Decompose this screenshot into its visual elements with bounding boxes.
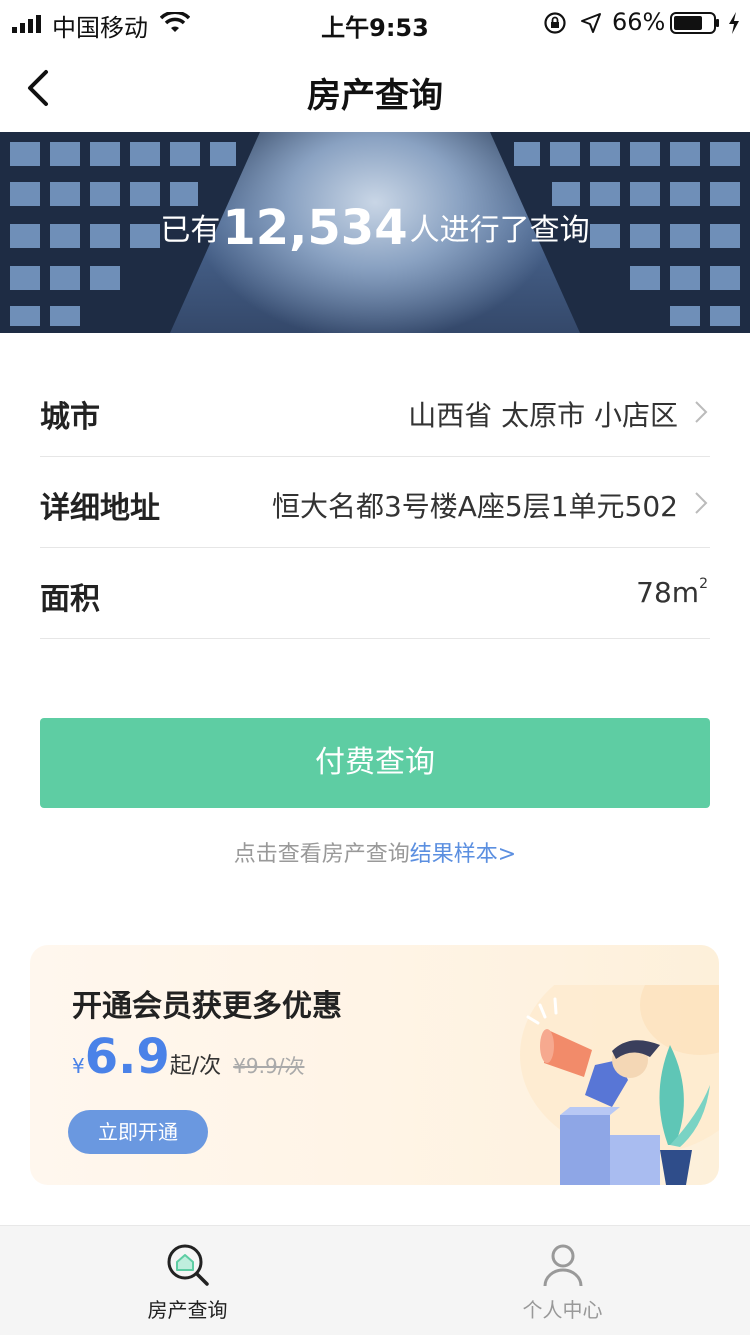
- address-value: 恒大名都3号楼A座5层1单元502: [271, 490, 678, 523]
- open-membership-button[interactable]: 立即开通: [68, 1110, 208, 1154]
- nav-bar: 房产查询: [0, 46, 750, 132]
- area-label: 面积: [40, 582, 100, 617]
- tab-personal-center[interactable]: 个人中心: [375, 1226, 750, 1335]
- page-title: 房产查询: [307, 76, 443, 116]
- sample-hint: 点击查看房产查询结果样本>: [0, 836, 750, 868]
- query-count-line: 已有12,534人进行了查询: [0, 200, 750, 256]
- hero-banner: 已有12,534人进行了查询: [0, 132, 750, 333]
- city-row[interactable]: 城市 山西省 太原市 小店区: [40, 366, 710, 457]
- chevron-right-icon: [695, 492, 708, 514]
- tab-bar: 房产查询 个人中心: [0, 1225, 750, 1335]
- city-value: 山西省 太原市 小店区: [408, 399, 678, 432]
- original-price: ¥9.9/次: [233, 1054, 305, 1078]
- currency-symbol: ¥: [72, 1054, 85, 1078]
- count-suffix: 人进行了查询: [409, 213, 590, 248]
- charging-icon: [729, 12, 739, 34]
- area-unit-superscript: 2: [699, 576, 708, 592]
- house-search-icon: [167, 1244, 209, 1286]
- pay-query-button[interactable]: 付费查询: [40, 718, 710, 808]
- address-label: 详细地址: [40, 491, 160, 526]
- sample-text: 点击查看房产查询: [233, 842, 410, 867]
- status-bar: 中国移动 上午9:53 66%: [0, 0, 750, 46]
- price-value: 6.9: [84, 1029, 170, 1085]
- chevron-right-icon: [695, 401, 708, 423]
- city-label: 城市: [40, 400, 100, 435]
- price-unit: 起/次: [169, 1054, 222, 1079]
- membership-price: ¥6.9起/次 ¥9.9/次: [72, 1029, 304, 1085]
- count-prefix: 已有: [160, 213, 221, 248]
- area-row[interactable]: 面积 78m2: [40, 548, 710, 639]
- battery-percent: 66%: [612, 8, 666, 36]
- area-number: 78m: [636, 576, 700, 609]
- tab-label-house-query: 房产查询: [147, 1298, 228, 1322]
- membership-card: 开通会员获更多优惠 ¥6.9起/次 ¥9.9/次 立即开通: [30, 945, 719, 1185]
- megaphone-illustration: [520, 985, 719, 1185]
- tab-house-query[interactable]: 房产查询: [0, 1226, 375, 1335]
- membership-title: 开通会员获更多优惠: [72, 989, 342, 1024]
- person-icon: [543, 1244, 583, 1287]
- rotation-lock-icon: [544, 12, 566, 34]
- tab-label-personal-center: 个人中心: [522, 1298, 603, 1322]
- battery-icon: [670, 12, 719, 34]
- sample-result-link[interactable]: 结果样本>: [410, 842, 516, 867]
- query-count: 12,534: [222, 200, 408, 256]
- area-value: 78m2: [636, 576, 708, 609]
- location-icon: [581, 13, 601, 33]
- address-row[interactable]: 详细地址 恒大名都3号楼A座5层1单元502: [40, 457, 710, 548]
- query-form: 城市 山西省 太原市 小店区 详细地址 恒大名都3号楼A座5层1单元502 面积…: [40, 366, 710, 639]
